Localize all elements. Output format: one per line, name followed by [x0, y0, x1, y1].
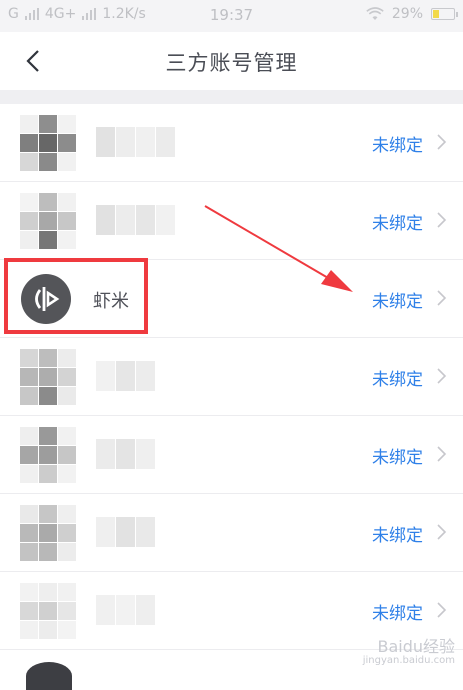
chevron-right-icon — [437, 290, 447, 306]
account-row[interactable]: 未绑定 — [0, 416, 463, 494]
partial-logo — [26, 662, 72, 690]
watermark-url: jingyan.baidu.com — [362, 655, 455, 666]
account-row[interactable]: 未绑定 — [0, 338, 463, 416]
blurred-logo — [20, 583, 76, 639]
blurred-name — [96, 517, 155, 547]
status-bar: G 4G+ 1.2K/s 19:37 29% — [0, 0, 463, 32]
blurred-name — [96, 595, 155, 625]
section-gap — [0, 90, 463, 104]
header: 三方账号管理 — [0, 32, 463, 90]
battery-percent: 29% — [391, 6, 423, 22]
bind-status[interactable]: 未绑定 — [372, 287, 423, 312]
blurred-name — [96, 127, 175, 157]
battery-fill — [433, 10, 439, 18]
chevron-right-icon — [437, 212, 447, 228]
blurred-logo — [20, 505, 76, 561]
chevron-right-icon — [437, 602, 447, 618]
watermark-text: Baidu经验 — [377, 637, 455, 656]
watermark: Baidu经验 jingyan.baidu.com — [363, 638, 455, 666]
bind-status[interactable]: 未绑定 — [372, 443, 423, 468]
annotation-arrow-icon — [204, 205, 353, 292]
chevron-right-icon — [437, 134, 447, 150]
page-title: 三方账号管理 — [165, 51, 298, 75]
account-list: 未绑定 未绑定 虾米 未绑定 未绑定 未绑定 未绑定 未绑定 — [0, 104, 463, 650]
blurred-logo — [20, 115, 76, 171]
wifi-icon — [366, 7, 384, 20]
blurred-name — [96, 205, 175, 235]
bind-status[interactable]: 未绑定 — [372, 521, 423, 546]
blurred-name — [96, 439, 155, 469]
blurred-logo — [20, 349, 76, 405]
chevron-right-icon — [437, 446, 447, 462]
battery-icon — [431, 8, 458, 20]
bind-status[interactable]: 未绑定 — [372, 365, 423, 390]
bind-status[interactable]: 未绑定 — [372, 599, 423, 624]
blurred-logo — [20, 193, 76, 249]
bind-status[interactable]: 未绑定 — [372, 131, 423, 156]
blurred-logo — [20, 427, 76, 483]
bind-status[interactable]: 未绑定 — [372, 209, 423, 234]
chevron-right-icon — [437, 368, 447, 384]
chevron-right-icon — [437, 524, 447, 540]
highlight-box — [4, 258, 148, 334]
account-row[interactable]: 未绑定 — [0, 104, 463, 182]
account-row[interactable]: 未绑定 — [0, 494, 463, 572]
blurred-name — [96, 361, 155, 391]
status-right: 29% — [366, 6, 458, 22]
